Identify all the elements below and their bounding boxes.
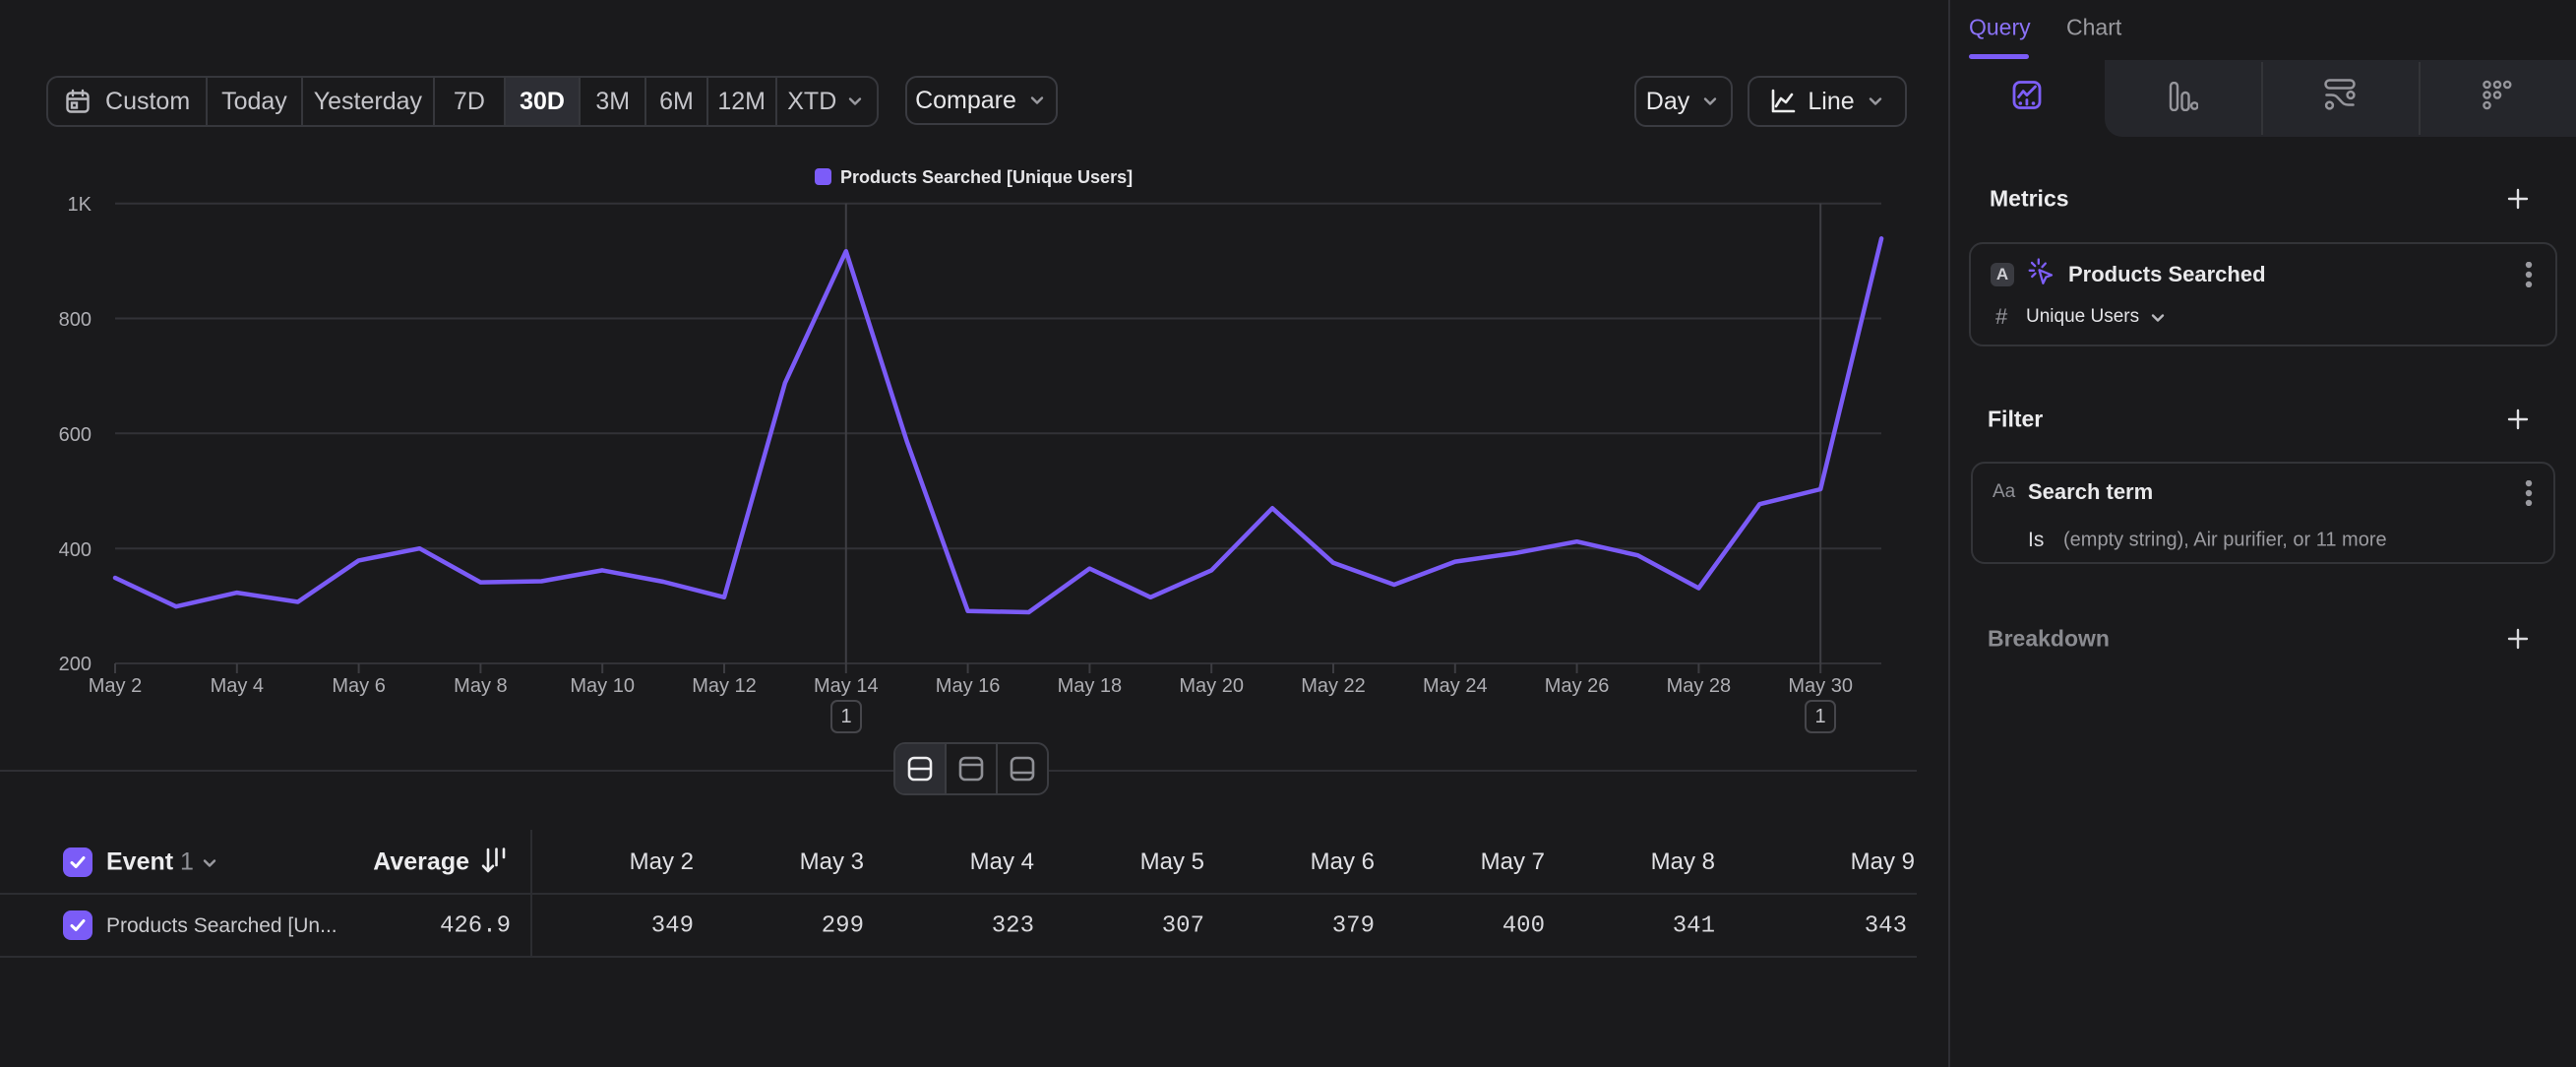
svg-text:May 6: May 6 [332,675,385,697]
svg-text:May 30: May 30 [1788,675,1853,697]
svg-text:May 14: May 14 [814,675,879,697]
svg-text:May 4: May 4 [211,675,264,697]
svg-text:400: 400 [59,539,92,561]
svg-text:May 18: May 18 [1058,675,1123,697]
svg-text:May 20: May 20 [1179,675,1244,697]
svg-text:May 22: May 22 [1301,675,1366,697]
svg-text:May 26: May 26 [1545,675,1610,697]
svg-text:May 2: May 2 [89,675,142,697]
svg-text:May 28: May 28 [1667,675,1732,697]
svg-text:1: 1 [840,706,851,727]
svg-text:200: 200 [59,654,92,675]
svg-text:May 24: May 24 [1423,675,1488,697]
svg-text:600: 600 [59,424,92,446]
svg-text:800: 800 [59,309,92,331]
svg-text:Products Searched [Unique User: Products Searched [Unique Users] [840,167,1133,187]
svg-text:May 8: May 8 [454,675,507,697]
svg-text:May 16: May 16 [936,675,1001,697]
svg-text:May 12: May 12 [692,675,757,697]
svg-text:1: 1 [1814,706,1825,727]
svg-text:1K: 1K [68,194,92,216]
svg-text:May 10: May 10 [570,675,635,697]
